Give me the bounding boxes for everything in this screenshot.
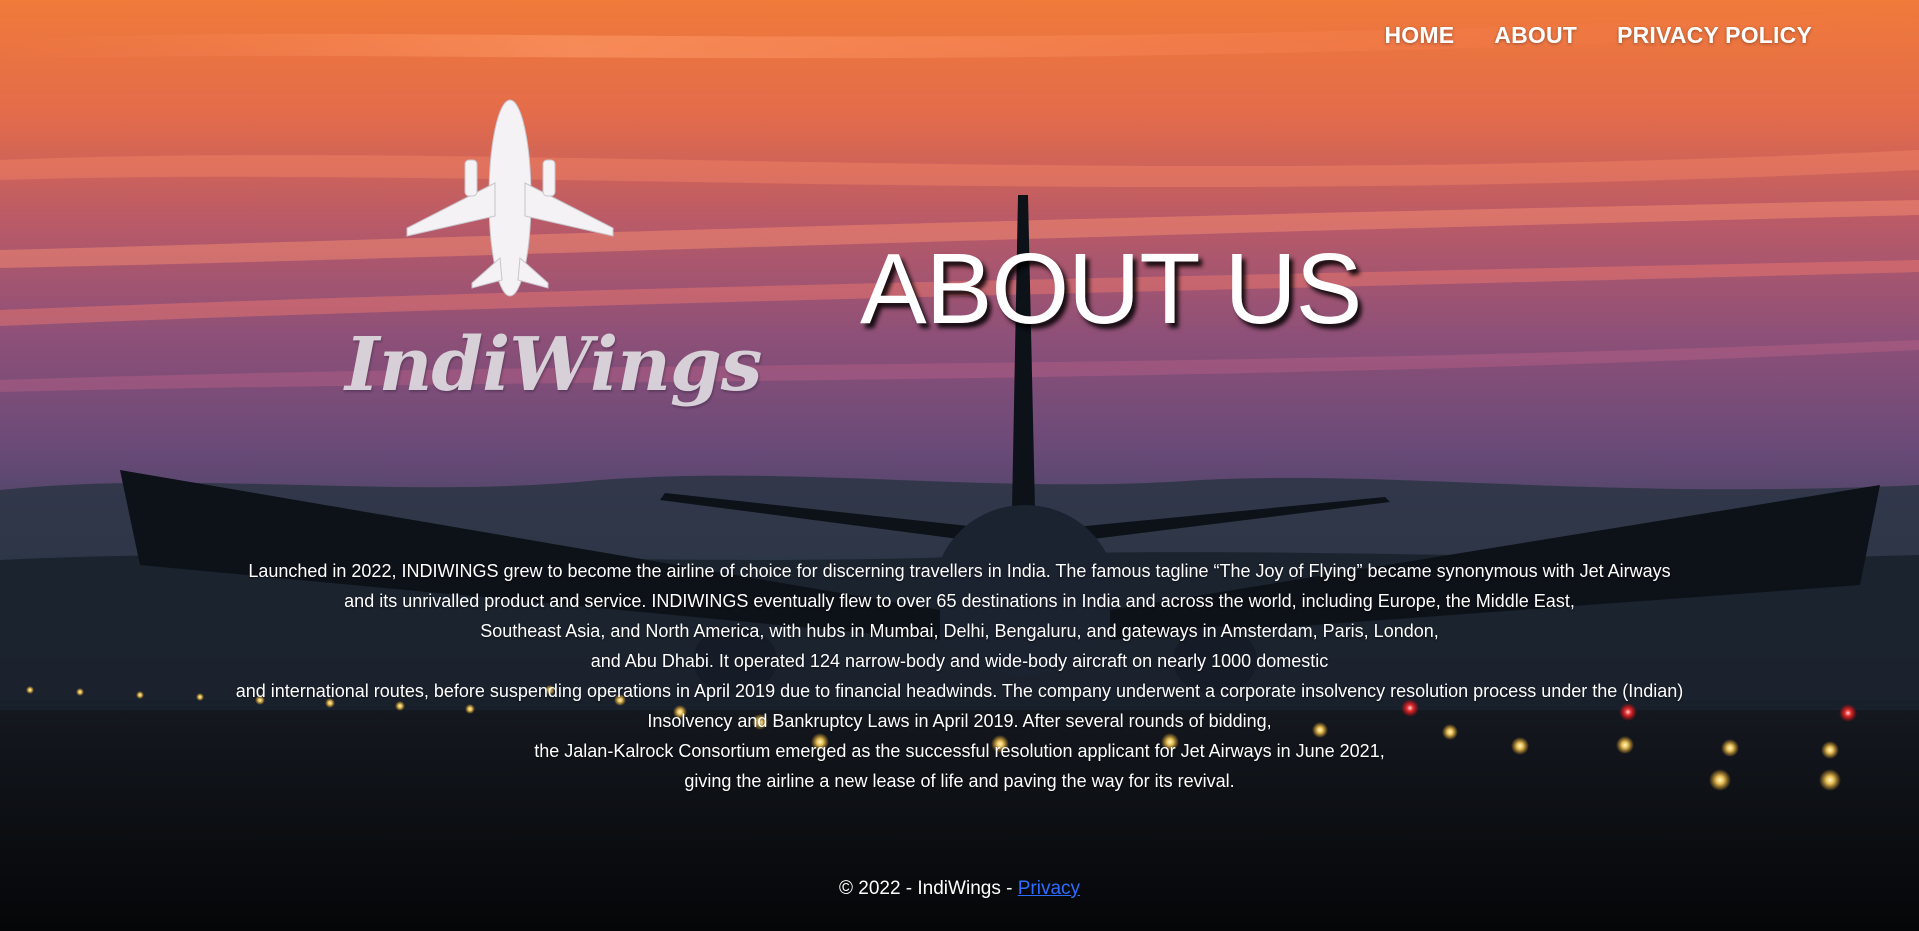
indiwings-logo[interactable]: IndiWings	[345, 98, 762, 418]
about-line: giving the airline a new lease of life a…	[684, 771, 1235, 791]
about-line: Insolvency and Bankruptcy Laws in April …	[647, 711, 1272, 731]
airplane-icon	[406, 99, 614, 297]
top-nav: HOME ABOUT PRIVACY POLICY	[1384, 22, 1812, 49]
about-line: Launched in 2022, INDIWINGS grew to beco…	[248, 561, 1671, 581]
about-line: and Abu Dhabi. It operated 124 narrow-bo…	[590, 651, 1329, 671]
footer-copyright: © 2022 - IndiWings -	[838, 878, 1018, 899]
nav-about-link[interactable]: ABOUT	[1494, 22, 1577, 49]
logo-wordmark: IndiWings	[345, 322, 762, 408]
about-line: Southeast Asia, and North America, with …	[480, 621, 1439, 641]
about-line: the Jalan-Kalrock Consortium emerged as …	[534, 741, 1385, 761]
footer-privacy-link[interactable]: Privacy	[1018, 878, 1080, 899]
about-line: and its unrivalled product and service. …	[344, 591, 1575, 611]
nav-privacy-policy-link[interactable]: PRIVACY POLICY	[1617, 22, 1812, 49]
about-line: and international routes, before suspend…	[235, 681, 1684, 701]
nav-home-link[interactable]: HOME	[1384, 22, 1454, 49]
footer: © 2022 - IndiWings - Privacy	[0, 878, 1919, 900]
about-paragraph: Launched in 2022, INDIWINGS grew to beco…	[0, 556, 1919, 796]
page-title: ABOUT US	[860, 233, 1362, 345]
